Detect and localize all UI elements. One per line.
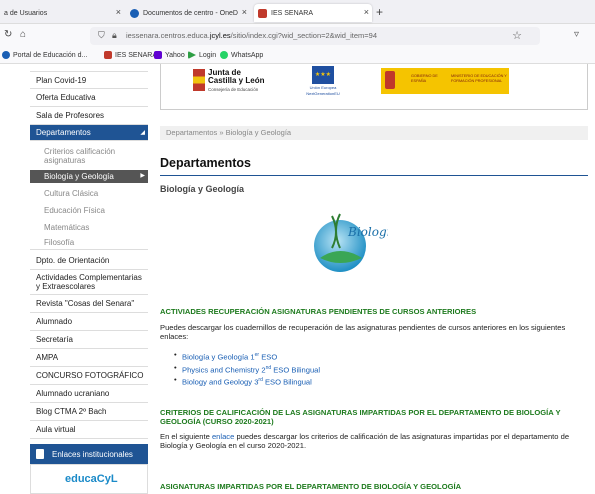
globe-icon xyxy=(2,51,10,59)
sidebar-item-sala-profesores[interactable]: Sala de Profesores xyxy=(30,107,148,125)
new-tab-button[interactable]: + xyxy=(376,5,383,19)
chevron-right-icon: ▶ xyxy=(140,173,145,179)
browser-nav-bar: ↻ ⌂ ⛉ 🔒︎ iessenara.centros.educa.jcyl.es… xyxy=(0,24,595,48)
sidebar-subitem-filosofia[interactable]: Filosofía xyxy=(30,236,148,250)
sidebar-subitem-educacion-fisica[interactable]: Educación Física xyxy=(30,203,148,217)
link-physics-2eso[interactable]: Physics and Chemistry 2nd ESO Bilingual xyxy=(174,363,556,376)
sidebar-item-blog-ctma[interactable]: Blog CTMA 2º Bach xyxy=(30,403,148,421)
logo-text: Biología xyxy=(347,225,388,239)
jcyl-emblem-icon xyxy=(193,69,205,91)
sidebar-subitem-criterios[interactable]: Criterios calificación asignaturas xyxy=(30,144,148,168)
url-text: iessenara.centros.educa.jcyl.es/sitio/in… xyxy=(126,31,377,40)
reload-icon[interactable]: ↻ xyxy=(4,29,12,40)
title-divider xyxy=(160,175,588,176)
tab-usuarios[interactable]: a de Usuarios × xyxy=(0,4,124,22)
tab-label: a de Usuarios xyxy=(4,9,48,17)
bookmark-icon xyxy=(36,449,44,459)
bookmark-star-icon[interactable]: ☆ xyxy=(512,29,522,42)
page-title: Departamentos xyxy=(160,156,251,170)
educacyl-banner[interactable]: educaCyL xyxy=(30,464,148,494)
gobierno-espana-logo: GOBIERNO DE ESPAÑA MINISTERIO DE EDUCACI… xyxy=(381,68,509,94)
sidebar-item-alumnado-ucraniano[interactable]: Alumnado ucraniano xyxy=(30,385,148,403)
bookmark-login[interactable]: Login xyxy=(188,51,216,59)
eu-nextgeneration-logo: ★★★ Unión Europea NextGenerationEU xyxy=(303,66,343,96)
sidebar-item-revista[interactable]: Revista "Cosas del Senara" xyxy=(30,295,148,313)
ies-senara-favicon xyxy=(104,51,112,59)
link-biologia-1eso[interactable]: Biología y Geología 1er ESO xyxy=(174,350,556,363)
sidebar-top-divider xyxy=(30,64,148,72)
sidebar-item-actividades[interactable]: Actividades Complementarias y Extraescol… xyxy=(30,270,148,295)
biologia-logo: Biología xyxy=(314,213,388,272)
shield-icon[interactable]: ⛉ xyxy=(98,30,105,41)
whatsapp-icon xyxy=(220,51,228,59)
junta-castilla-leon-logo: Junta de Castilla y León Consejería de E… xyxy=(193,69,264,92)
tab-label: Documentos de centro - OneD xyxy=(143,9,238,17)
educacyl-logo: educaCyL xyxy=(65,473,118,485)
eu-flag-icon: ★★★ xyxy=(312,66,334,84)
institutional-logos-banner: Junta de Castilla y León Consejería de E… xyxy=(160,64,588,110)
breadcrumb[interactable]: Departamentos » Biología y Geología xyxy=(160,126,588,140)
sidebar-item-oferta-educativa[interactable]: Oferta Educativa xyxy=(30,89,148,107)
sidebar-subitem-matematicas[interactable]: Matemáticas xyxy=(30,220,148,234)
section-text-recuperacion: Puedes descargar los cuadernillos de rec… xyxy=(160,323,566,341)
sidebar-menu: Plan Covid-19 Oferta Educativa Sala de P… xyxy=(30,64,148,494)
section-heading-recuperacion: ACTIVIADES RECUPERACIÓN ASIGNATURAS PEND… xyxy=(160,307,477,316)
close-icon[interactable]: × xyxy=(116,7,121,17)
corner-arrow-icon: ◢ xyxy=(140,130,145,136)
tab-documentos[interactable]: Documentos de centro - OneD × xyxy=(126,4,250,22)
tab-label: IES SENARA xyxy=(271,9,314,17)
tab-ies-senara[interactable]: IES SENARA × xyxy=(254,4,372,22)
bookmark-ies-senara[interactable]: IES SENARA xyxy=(104,51,157,59)
sidebar-subitem-biologia[interactable]: Biología y Geología ▶ xyxy=(30,170,148,183)
sidebar-item-ampa[interactable]: AMPA xyxy=(30,349,148,367)
sidebar-item-concurso[interactable]: CONCURSO FOTOGRÁFICO xyxy=(30,367,148,385)
links-header: Enlaces institucionales xyxy=(30,444,148,464)
bookmark-yahoo[interactable]: Yahoo xyxy=(154,51,185,59)
close-icon[interactable]: × xyxy=(364,7,369,17)
section-subtitle: Biología y Geología xyxy=(160,184,245,194)
sidebar-subitem-cultura-clasica[interactable]: Cultura Clásica xyxy=(30,186,148,200)
section-text-criterios: En el siguiente enlace puedes descargar … xyxy=(160,432,570,450)
section-heading-asignaturas: ASIGNATURAS IMPARTIDAS POR EL DEPARTAMEN… xyxy=(160,482,462,491)
pocket-icon[interactable]: ▿ xyxy=(574,29,579,40)
play-icon xyxy=(188,51,196,59)
sidebar-item-plan-covid[interactable]: Plan Covid-19 xyxy=(30,72,148,89)
link-biology-3eso[interactable]: Biology and Geology 3rd ESO Bilingual xyxy=(174,375,556,388)
sidebar-item-aula-virtual[interactable]: Aula virtual xyxy=(30,421,148,439)
ies-senara-favicon xyxy=(258,8,267,18)
spain-coat-of-arms-icon xyxy=(385,71,395,89)
recuperacion-links: Biología y Geología 1er ESO Physics and … xyxy=(174,350,556,388)
bookmark-portal-educacion[interactable]: Portal de Educación d... xyxy=(0,51,87,59)
lock-icon[interactable]: 🔒︎ xyxy=(112,30,117,41)
home-icon[interactable]: ⌂ xyxy=(20,29,26,40)
section-heading-criterios: CRITERIOS DE CALIFICACIÓN DE LAS ASIGNAT… xyxy=(160,408,561,426)
browser-tab-bar: a de Usuarios × Documentos de centro - O… xyxy=(0,0,595,24)
sidebar-item-departamentos[interactable]: Departamentos ◢ xyxy=(30,125,148,141)
sidebar-item-orientacion[interactable]: Dpto. de Orientación xyxy=(30,252,148,270)
address-bar[interactable]: ⛉ 🔒︎ iessenara.centros.educa.jcyl.es/sit… xyxy=(90,27,540,45)
sidebar-item-alumnado[interactable]: Alumnado xyxy=(30,313,148,331)
sidebar-item-secretaria[interactable]: Secretaría xyxy=(30,331,148,349)
onedrive-icon xyxy=(130,8,139,18)
yahoo-icon xyxy=(154,51,162,59)
bookmark-whatsapp[interactable]: WhatsApp xyxy=(220,51,263,59)
enlace-link[interactable]: enlace xyxy=(212,432,234,441)
close-icon[interactable]: × xyxy=(242,7,247,17)
bookmarks-bar: Portal de Educación d... IES SENARA Yaho… xyxy=(0,48,595,64)
